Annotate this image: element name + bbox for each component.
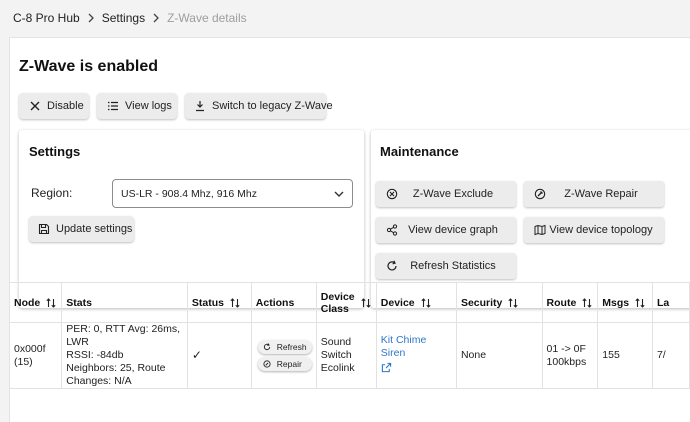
column-header-security[interactable]: Security xyxy=(455,282,543,323)
share-graph-icon xyxy=(386,224,398,236)
switch-legacy-label: Switch to legacy Z-Wave xyxy=(212,100,333,112)
cell-stats: PER: 0, RTT Avg: 26ms, LWR RSSI: -84db Nei… xyxy=(61,322,188,389)
column-header-actions: Actions xyxy=(250,282,317,323)
devices-table: Node Stats Status Actions Device Class D… xyxy=(8,282,690,389)
breadcrumb: C-8 Pro Hub Settings Z-Wave details xyxy=(13,10,247,26)
disable-label: Disable xyxy=(47,100,84,112)
update-settings-button[interactable]: Update settings xyxy=(29,216,134,242)
column-header-last[interactable]: La xyxy=(651,282,690,323)
view-device-graph-button[interactable]: View device graph xyxy=(376,217,516,243)
cell-node: 0x000f (15) xyxy=(8,322,63,389)
device-link[interactable]: Kit Chime Siren xyxy=(381,334,427,359)
column-header-node[interactable]: Node xyxy=(8,282,63,323)
refresh-icon xyxy=(386,260,398,272)
region-value: US-LR - 908.4 Mhz, 916 Mhz xyxy=(121,187,257,200)
sort-icon xyxy=(45,297,57,309)
settings-title: Settings xyxy=(29,144,81,159)
save-icon xyxy=(38,223,50,235)
column-header-status[interactable]: Status xyxy=(186,282,252,323)
check-icon: ✓ xyxy=(191,347,202,362)
cell-last: 7/ xyxy=(651,322,690,389)
sort-icon xyxy=(634,297,646,309)
column-header-route[interactable]: Route xyxy=(541,282,599,323)
region-select[interactable]: US-LR - 908.4 Mhz, 916 Mhz xyxy=(112,179,353,208)
table-row: 0x000f (15) PER: 0, RTT Avg: 26ms, LWR RSS… xyxy=(8,322,690,389)
sort-icon xyxy=(229,297,241,309)
cell-route: 01 -> 0F 100kbps xyxy=(541,322,599,389)
view-logs-button[interactable]: View logs xyxy=(97,93,177,119)
repair-icon xyxy=(263,360,271,368)
zwave-exclude-button[interactable]: Z-Wave Exclude xyxy=(376,181,516,207)
cancel-circle-icon xyxy=(386,188,398,200)
breadcrumb-settings[interactable]: Settings xyxy=(102,11,145,25)
page-title: Z-Wave is enabled xyxy=(19,58,158,75)
column-header-stats: Stats xyxy=(61,282,188,323)
table-header-row: Node Stats Status Actions Device Class D… xyxy=(8,282,690,323)
map-icon xyxy=(534,224,546,236)
update-settings-label: Update settings xyxy=(56,223,133,235)
list-icon xyxy=(107,100,119,112)
cell-device: Kit Chime Siren xyxy=(375,322,457,389)
cell-actions: Refresh Repair xyxy=(250,322,317,389)
zwave-repair-button[interactable]: Z-Wave Repair xyxy=(524,181,664,207)
chevron-down-icon xyxy=(334,191,344,197)
view-device-topology-button[interactable]: View device topology xyxy=(524,217,664,243)
refresh-statistics-button[interactable]: Refresh Statistics xyxy=(376,253,516,279)
refresh-node-button[interactable]: Refresh xyxy=(257,340,312,354)
repair-icon xyxy=(534,188,546,200)
sort-icon xyxy=(420,297,432,309)
sort-icon xyxy=(581,297,593,309)
column-header-device[interactable]: Device xyxy=(375,282,457,323)
maintenance-title: Maintenance xyxy=(380,144,459,159)
cell-security: None xyxy=(455,322,543,389)
breadcrumb-zwave-details: Z-Wave details xyxy=(167,11,247,25)
disable-button[interactable]: Disable xyxy=(19,93,89,119)
sort-icon xyxy=(507,297,519,309)
switch-legacy-zwave-button[interactable]: Switch to legacy Z-Wave xyxy=(185,93,333,119)
chevron-right-icon xyxy=(145,13,167,23)
repair-node-button[interactable]: Repair xyxy=(257,357,312,371)
refresh-icon xyxy=(263,343,271,351)
external-link-icon[interactable] xyxy=(381,362,392,373)
view-logs-label: View logs xyxy=(125,100,172,112)
breadcrumb-hub[interactable]: C-8 Pro Hub xyxy=(13,11,80,25)
cell-status: ✓ xyxy=(186,322,252,389)
region-label: Region: xyxy=(31,186,73,200)
chevron-right-icon xyxy=(80,13,102,23)
download-icon xyxy=(194,100,206,112)
cell-device-class: Sound Switch Ecolink xyxy=(315,322,377,389)
column-header-device-class[interactable]: Device Class xyxy=(315,282,377,323)
cell-msgs: 155 xyxy=(597,322,653,389)
sort-icon xyxy=(360,297,372,309)
column-header-msgs[interactable]: Msgs xyxy=(597,282,653,323)
close-icon xyxy=(29,100,41,112)
